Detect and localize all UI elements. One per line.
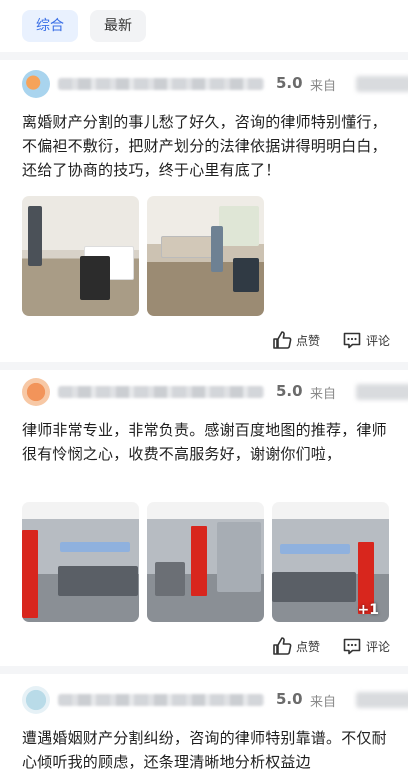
filter-tabs: 综合 最新	[0, 0, 408, 52]
username-blurred	[58, 694, 264, 706]
thumbs-up-icon	[273, 637, 292, 655]
review-card: 5.0 来自 离婚财产分割的事儿愁了好久，咨询的律师特别懂行，不偏袒不敷衍，把财…	[0, 70, 408, 360]
source-blurred	[356, 76, 408, 92]
more-photos-badge: +1	[357, 602, 379, 618]
review-text: 遭遇婚姻财产分割纠纷，咨询的律师特别靠谱。不仅耐心倾听我的顾虑，还条理清晰地分析…	[22, 729, 387, 771]
comment-button[interactable]: 评论	[342, 330, 390, 350]
review-text: 离婚财产分割的事儿愁了好久，咨询的律师特别懂行，不偏袒不敷衍，把财产划分的法律依…	[22, 113, 387, 179]
section-divider	[0, 362, 408, 370]
username-blurred	[58, 78, 264, 90]
avatar[interactable]	[22, 378, 50, 406]
section-divider	[0, 666, 408, 674]
review-card: 5.0 来自 律师非常专业，非常负责。感谢百度地图的推荐，律师很有怜悯之心，收费…	[0, 378, 408, 660]
source-label: 来自	[310, 695, 337, 710]
rating-score: 5.0	[276, 690, 303, 708]
like-button[interactable]: 点赞	[272, 330, 320, 350]
review-photo[interactable]: +1	[272, 502, 389, 622]
avatar[interactable]	[22, 70, 50, 98]
review-photo[interactable]	[147, 502, 264, 622]
review-header: 5.0 来自	[22, 70, 408, 98]
comment-icon	[343, 638, 361, 655]
review-photos	[22, 196, 264, 316]
review-actions: 点赞 评论	[0, 330, 408, 354]
comment-button[interactable]: 评论	[342, 636, 390, 656]
source-label: 来自	[310, 387, 337, 402]
review-photo[interactable]	[22, 196, 139, 316]
tab-comprehensive[interactable]: 综合	[22, 10, 78, 42]
like-label: 点赞	[296, 333, 321, 348]
rating-score: 5.0	[276, 382, 303, 400]
source-blurred	[356, 692, 408, 708]
comment-label: 评论	[366, 333, 391, 348]
tab-latest[interactable]: 最新	[90, 10, 146, 42]
like-button[interactable]: 点赞	[272, 636, 320, 656]
section-divider	[0, 52, 408, 60]
review-photo[interactable]	[22, 502, 139, 622]
avatar[interactable]	[22, 686, 50, 714]
review-text: 律师非常专业，非常负责。感谢百度地图的推荐，律师很有怜悯之心，收费不高服务好，谢…	[22, 421, 387, 463]
comment-icon	[343, 332, 361, 349]
review-photos: +1	[22, 502, 389, 622]
comment-label: 评论	[366, 639, 391, 654]
review-actions: 点赞 评论	[0, 636, 408, 660]
review-card: 5.0 来自 遭遇婚姻财产分割纠纷，咨询的律师特别靠谱。不仅耐心倾听我的顾虑，还…	[0, 686, 408, 784]
rating-score: 5.0	[276, 74, 303, 92]
review-photo[interactable]	[147, 196, 264, 316]
thumbs-up-icon	[273, 331, 292, 349]
username-blurred	[58, 386, 264, 398]
like-label: 点赞	[296, 639, 321, 654]
source-blurred	[356, 384, 408, 400]
review-header: 5.0 来自	[22, 378, 408, 406]
source-label: 来自	[310, 79, 337, 94]
review-header: 5.0 来自	[22, 686, 408, 714]
